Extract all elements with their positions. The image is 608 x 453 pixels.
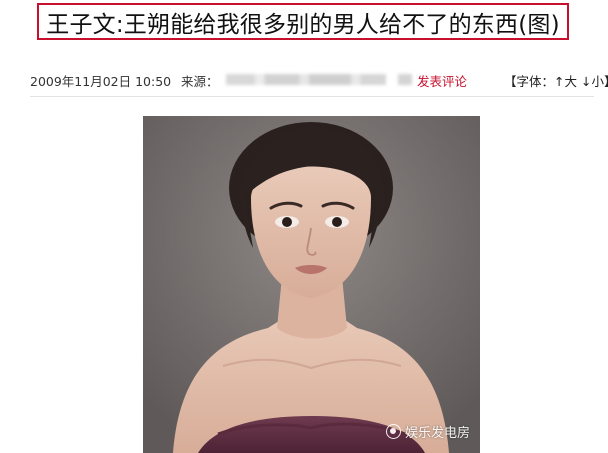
watermark-logo-icon (385, 424, 401, 439)
watermark-text: 娱乐发电房 (404, 426, 470, 441)
font-size-label: 【字体： (504, 74, 555, 89)
watermark: 娱乐发电房 (385, 422, 470, 441)
font-increase-link[interactable]: ↑大 (554, 74, 577, 89)
portrait-illustration (143, 116, 480, 453)
blurred-source-tail (398, 74, 412, 85)
post-comment-link[interactable]: 发表评论 (417, 71, 467, 90)
source-label: 来源： (181, 74, 219, 89)
font-decrease-link[interactable]: ↓小】 (581, 74, 608, 89)
article-meta: 2009年11月02日 10:50 来源： 发表评论 【字体：↑大 ↓小】 (30, 71, 608, 90)
blurred-source (226, 74, 386, 85)
article-photo: 娱乐发电房 (143, 116, 480, 453)
divider (30, 96, 594, 97)
font-size-controls: 【字体：↑大 ↓小】 (504, 71, 608, 90)
publish-date: 2009年11月02日 10:50 (30, 74, 172, 89)
headline-box: 王子文:王朔能给我很多别的男人给不了的东西(图) (37, 3, 569, 40)
article-headline: 王子文:王朔能给我很多别的男人给不了的东西(图) (46, 11, 560, 38)
